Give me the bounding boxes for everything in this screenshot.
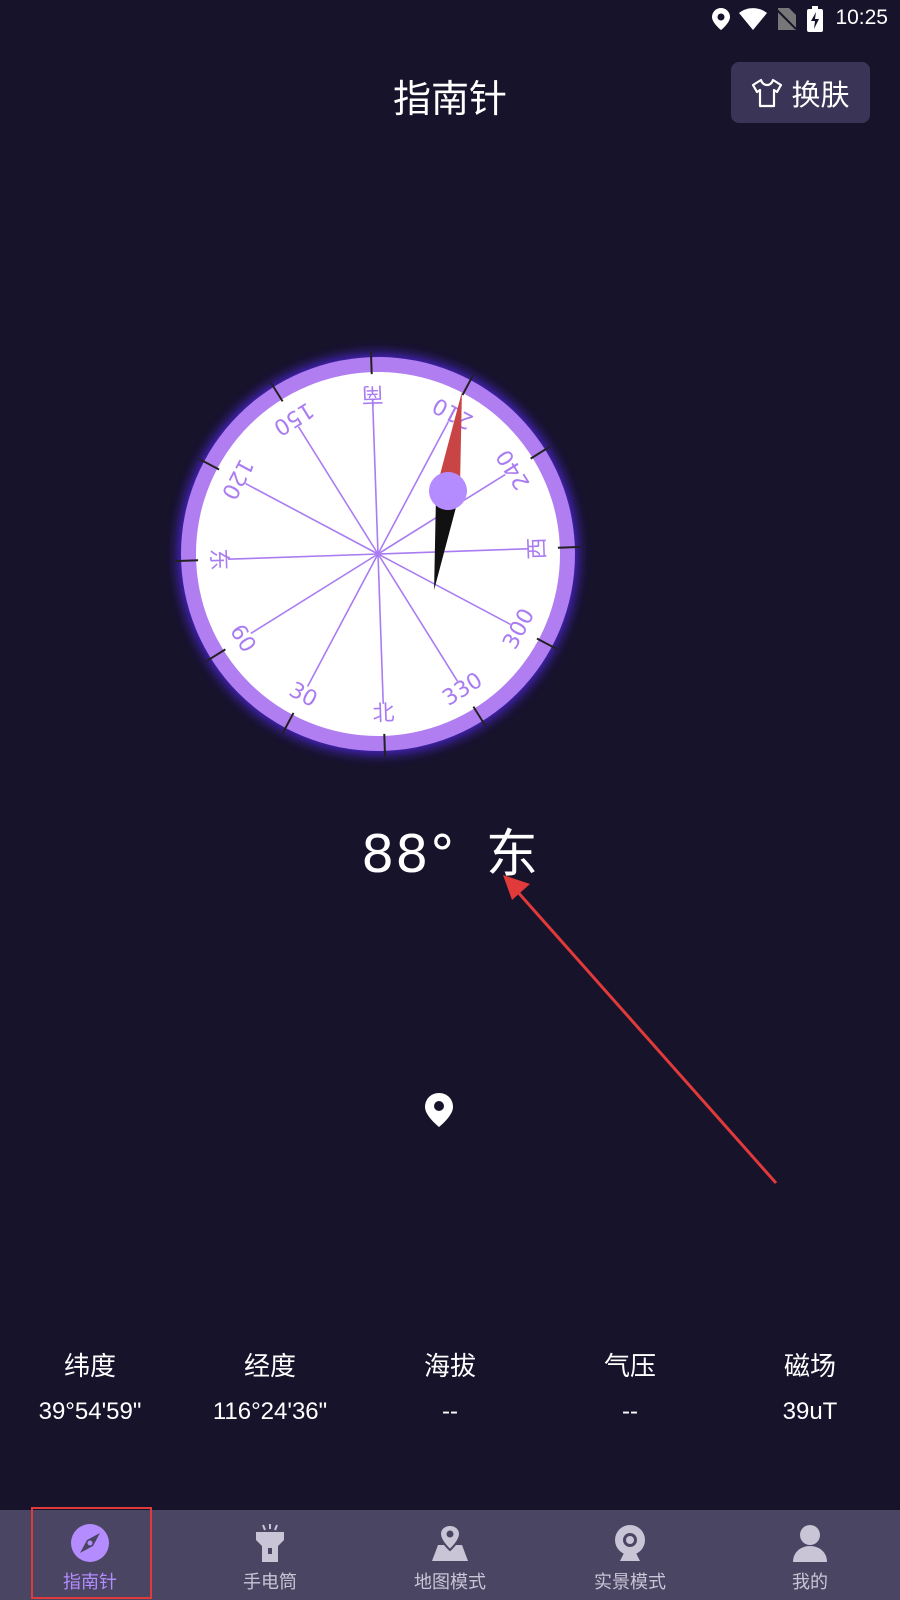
heading-direction: 东 [485, 825, 539, 885]
wifi-icon [739, 8, 767, 30]
info-label: 气压 [603, 1352, 656, 1382]
user-icon [789, 1522, 831, 1564]
info-pressure: 气压 -- [540, 1346, 720, 1426]
dial-tick [369, 351, 373, 375]
nav-label: 地图模式 [414, 1572, 486, 1593]
dial-label: 东 [205, 548, 231, 571]
dial-tick [557, 545, 581, 549]
flashlight-icon [249, 1522, 291, 1564]
nav-item-flashlight[interactable]: 手电筒 [180, 1510, 360, 1600]
heading-degrees: 88° [361, 825, 457, 885]
status-time: 10:25 [835, 6, 888, 29]
sensor-info-row: 纬度 39°54'59" 经度 116°24'36" 海拔 -- 气压 -- 磁… [0, 1346, 900, 1426]
tshirt-icon [752, 78, 783, 107]
info-label: 纬度 [63, 1352, 116, 1382]
info-longitude: 经度 116°24'36" [180, 1346, 360, 1426]
compass-icon [69, 1522, 111, 1564]
info-label: 磁场 [783, 1352, 836, 1382]
info-magnetic-field: 磁场 39uT [720, 1346, 900, 1426]
compass-rotor: 东120150南 210240西300330北3060 [175, 351, 581, 757]
skin-button[interactable]: 换肤 [731, 62, 870, 123]
dial-label: 北 [372, 701, 395, 727]
location-pin-icon [425, 1093, 453, 1127]
info-latitude: 纬度 39°54'59" [0, 1346, 180, 1426]
dial-tick [383, 733, 387, 757]
location-icon [712, 8, 730, 30]
skin-button-label: 换肤 [791, 77, 850, 112]
dial-tick [175, 559, 199, 563]
nav-item-camera[interactable]: 实景模式 [540, 1510, 720, 1600]
nav-item-map[interactable]: 地图模式 [360, 1510, 540, 1600]
nav-item-compass[interactable]: 指南针 [0, 1510, 180, 1600]
compass-dial: 东 120 150 南 210 240 西 300 330 北 30 60 [170, 343, 590, 763]
heading-readout: 88° 东 [0, 812, 900, 887]
nav-item-profile[interactable]: 我的 [720, 1510, 900, 1600]
camera-icon [609, 1522, 651, 1564]
info-value: -- [622, 1398, 638, 1425]
info-label: 海拔 [423, 1352, 476, 1382]
dial-label: 西 [525, 537, 551, 560]
info-label: 经度 [243, 1352, 296, 1382]
status-bar: 10:25 [0, 0, 900, 38]
info-altitude: 海拔 -- [360, 1346, 540, 1426]
nav-label: 手电筒 [243, 1572, 297, 1593]
info-value: -- [442, 1398, 458, 1425]
no-sim-icon [776, 8, 796, 30]
dial-label: 南 [361, 381, 384, 407]
info-value: 39°54'59" [38, 1398, 142, 1425]
info-value: 39uT [782, 1398, 838, 1425]
bottom-nav: 指南针 手电筒 地图模式 实景模式 我的 [0, 1510, 900, 1600]
nav-label: 我的 [792, 1572, 828, 1593]
map-icon [429, 1522, 471, 1564]
battery-charging-icon [807, 6, 823, 32]
nav-label: 实景模式 [594, 1572, 666, 1593]
info-value: 116°24'36" [212, 1398, 328, 1425]
nav-label: 指南针 [63, 1572, 117, 1593]
